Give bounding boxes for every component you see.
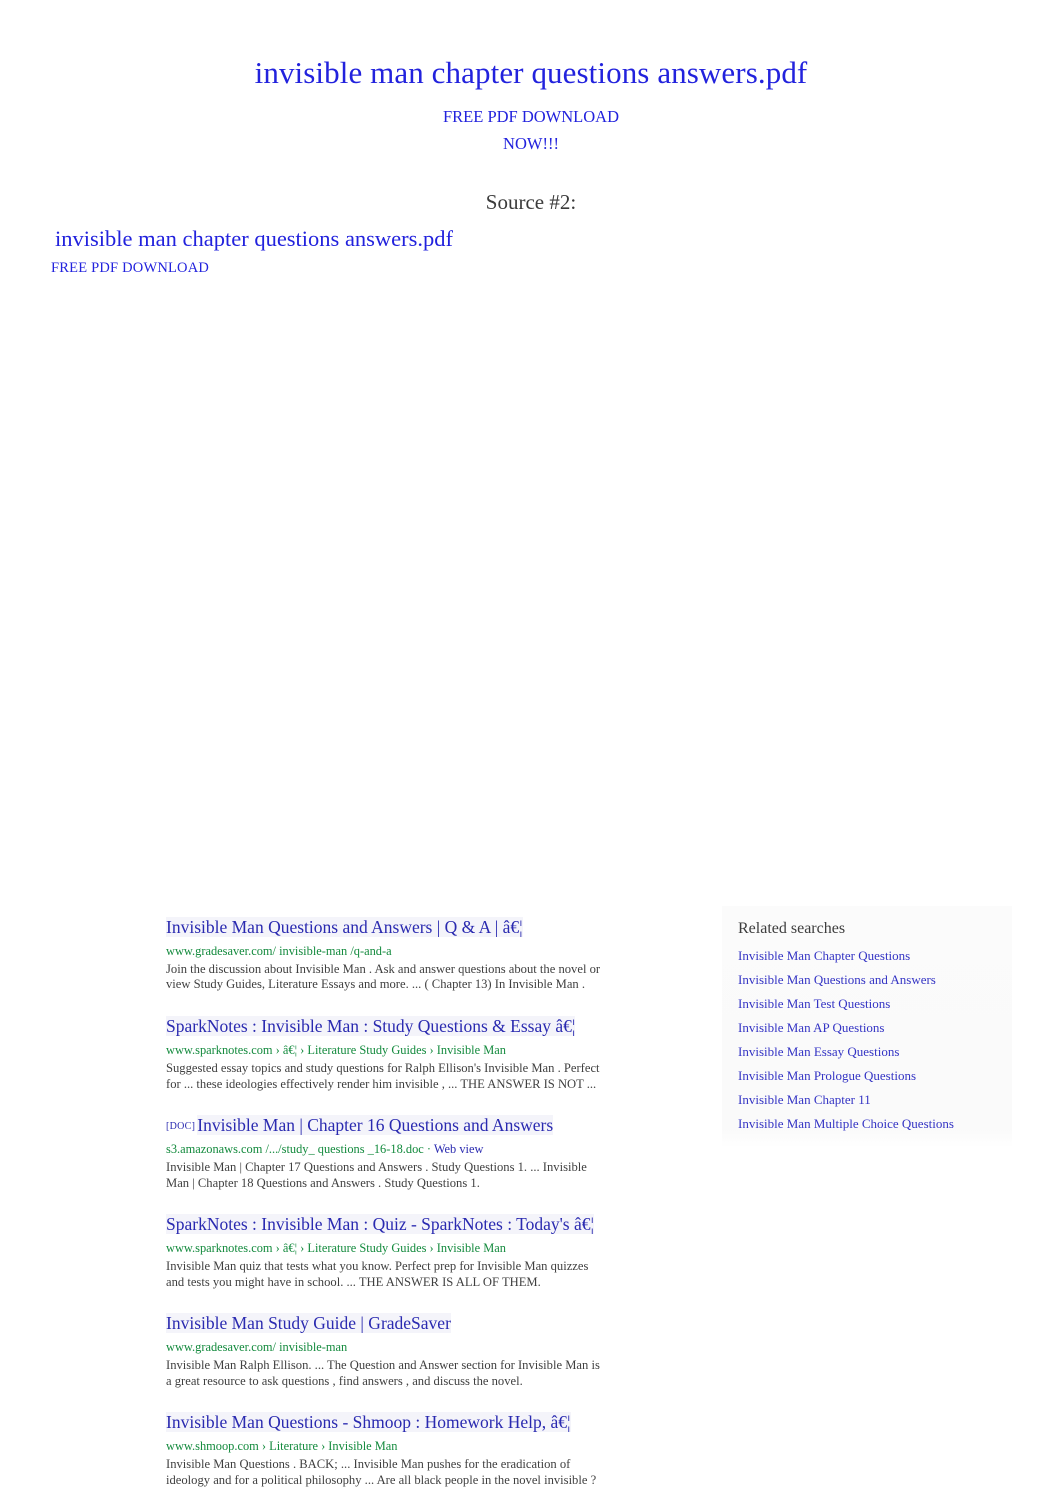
related-search-link[interactable]: Invisible Man Prologue Questions: [738, 1069, 1012, 1082]
page-title: invisible man chapter questions answers.…: [254, 55, 808, 90]
search-results-list: Invisible Man Questions and Answers | Q …: [166, 916, 666, 1488]
result-url[interactable]: s3.amazonaws.com /.../study_ questions _…: [166, 1140, 666, 1159]
search-result-item: Invisible Man Questions - Shmoop : Homew…: [166, 1411, 666, 1488]
search-result-item: Invisible Man Study Guide | GradeSaver w…: [166, 1312, 666, 1389]
related-searches-heading: Related searches: [738, 920, 846, 937]
result-snippet: Invisible Man quiz that tests what you k…: [166, 1259, 589, 1289]
result-url[interactable]: www.shmoop.com › Literature › Invisible …: [166, 1437, 666, 1456]
result-url-text: s3.amazonaws.com /.../study_ questions _…: [166, 1141, 434, 1156]
pdf-header-block: invisible man chapter questions answers.…: [0, 0, 1062, 158]
result-title-link[interactable]: Invisible Man Study Guide | GradeSaver: [166, 1313, 451, 1334]
result-url[interactable]: www.gradesaver.com/ invisible-man /q-and…: [166, 942, 666, 961]
result-snippet: Invisible Man | Chapter 17 Questions and…: [166, 1159, 587, 1190]
result-title-link[interactable]: Invisible Man Questions - Shmoop : Homew…: [166, 1412, 571, 1433]
result-snippet: Invisible Man Ralph Ellison. ... The Que…: [166, 1358, 600, 1388]
result-snippet: Invisible Man Questions . BACK; ... Invi…: [166, 1457, 597, 1487]
secondary-title: invisible man chapter questions answers.…: [55, 226, 454, 251]
result-url-text: www.sparknotes.com › â€¦ › Literature St…: [166, 1042, 506, 1057]
result-url-text: www.gradesaver.com/ invisible-man: [166, 1339, 348, 1354]
source-label: Source #2:: [485, 190, 577, 214]
result-title-link[interactable]: SparkNotes : Invisible Man : Study Quest…: [166, 1016, 576, 1037]
result-title-line: SparkNotes : Invisible Man : Quiz - Spar…: [166, 1213, 666, 1237]
search-result-item: [DOC] Invisible Man | Chapter 16 Question…: [166, 1114, 666, 1191]
secondary-download-label: FREE PDF DOWNLOAD: [51, 260, 210, 276]
related-search-link[interactable]: Invisible Man Essay Questions: [738, 1045, 1012, 1058]
search-result-item: SparkNotes : Invisible Man : Quiz - Spar…: [166, 1213, 666, 1290]
related-searches-panel: Related searches Invisible Man Chapter Q…: [722, 906, 1012, 1148]
result-url[interactable]: www.gradesaver.com/ invisible-man: [166, 1338, 666, 1357]
result-url[interactable]: www.sparknotes.com › â€¦ › Literature St…: [166, 1041, 666, 1060]
result-snippet: Suggested essay topics and study questio…: [166, 1060, 600, 1091]
related-search-link[interactable]: Invisible Man AP Questions: [738, 1021, 1012, 1034]
result-title-line: Invisible Man Questions - Shmoop : Homew…: [166, 1411, 666, 1435]
result-title-line: SparkNotes : Invisible Man : Study Quest…: [166, 1015, 666, 1039]
result-title-link[interactable]: SparkNotes : Invisible Man : Quiz - Spar…: [166, 1214, 594, 1235]
result-url-text: www.sparknotes.com › â€¦ › Literature St…: [166, 1240, 506, 1255]
related-search-link[interactable]: Invisible Man Chapter Questions: [738, 949, 1012, 962]
doc-file-type-badge: [DOC]: [166, 1121, 196, 1133]
result-snippet: Join the discussion about Invisible Man …: [166, 961, 601, 992]
result-url-text: www.shmoop.com › Literature › Invisible …: [166, 1438, 398, 1453]
related-search-link[interactable]: Invisible Man Multiple Choice Questions: [738, 1117, 1012, 1130]
result-title-line: [DOC] Invisible Man | Chapter 16 Question…: [166, 1114, 666, 1138]
result-webview-link[interactable]: Web view: [434, 1142, 484, 1156]
search-result-item: SparkNotes : Invisible Man : Study Quest…: [166, 1015, 666, 1092]
header-subtitle: FREE PDF DOWNLOAD NOW!!!: [0, 104, 1062, 157]
search-result-item: Invisible Man Questions and Answers | Q …: [166, 916, 666, 993]
related-search-link[interactable]: Invisible Man Test Questions: [738, 997, 1012, 1010]
result-url-text: www.gradesaver.com/ invisible-man /q-and…: [166, 943, 392, 958]
header-subtitle-line1: FREE PDF DOWNLOAD: [442, 107, 619, 127]
header-subtitle-line2: NOW!!!: [503, 133, 559, 153]
result-title-link[interactable]: Invisible Man | Chapter 16 Questions and…: [197, 1115, 554, 1136]
result-url[interactable]: www.sparknotes.com › â€¦ › Literature St…: [166, 1239, 666, 1258]
related-search-link[interactable]: Invisible Man Chapter 11: [738, 1093, 1012, 1106]
result-title-line: Invisible Man Questions and Answers | Q …: [166, 916, 666, 940]
related-search-link[interactable]: Invisible Man Questions and Answers: [738, 973, 1012, 986]
result-title-line: Invisible Man Study Guide | GradeSaver: [166, 1312, 666, 1336]
result-title-link[interactable]: Invisible Man Questions and Answers | Q …: [166, 917, 523, 937]
